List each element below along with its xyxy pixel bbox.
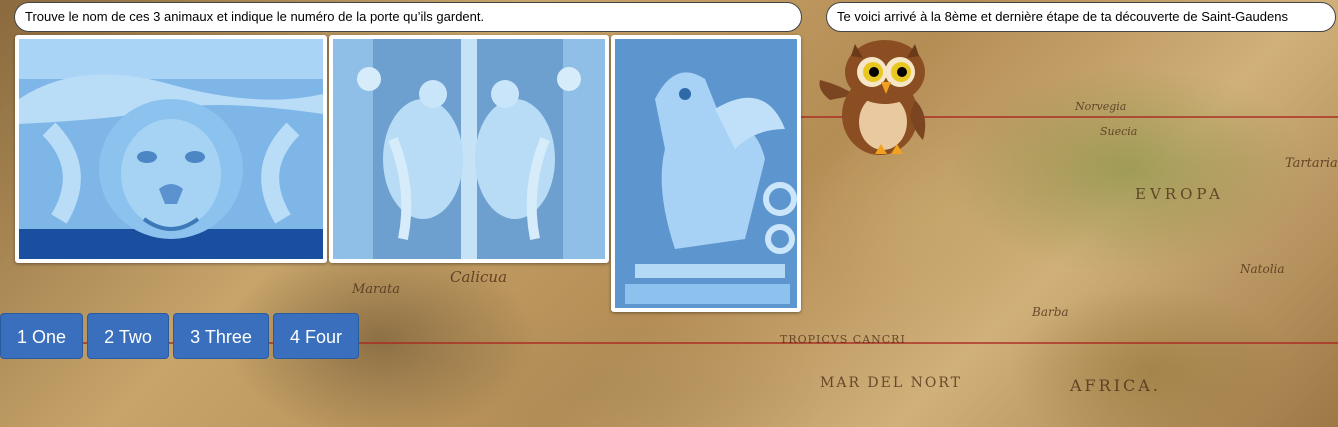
answer-button-4[interactable]: 4 Four: [273, 313, 359, 359]
map-label-tartaria: Tartaria: [1285, 156, 1338, 171]
griffin-icon: [615, 39, 797, 308]
map-label-tropicus: TROPICVS CANCRI: [780, 333, 906, 346]
map-label-europa: EVROPA: [1135, 185, 1224, 203]
photo-griffin: [611, 35, 801, 312]
map-label-mare: MAR DEL NORT: [820, 375, 962, 391]
instruction-bubble: Trouve le nom de ces 3 animaux et indiqu…: [14, 2, 802, 32]
answer-button-3[interactable]: 3 Three: [173, 313, 269, 359]
lion-head-icon: [19, 39, 323, 259]
map-label-calicua: Calicua: [450, 268, 508, 286]
owl-speech-bubble: Te voici arrivé à la 8ème et dernière ét…: [826, 2, 1336, 32]
map-label-africa: AFRICA.: [1070, 376, 1161, 395]
map-label-barba: Barba: [1032, 305, 1069, 319]
photo-eagles: [329, 35, 609, 263]
answer-button-2[interactable]: 2 Two: [87, 313, 169, 359]
eagles-icon: [333, 39, 605, 259]
photo-lion-head: [15, 35, 327, 263]
answer-button-1[interactable]: 1 One: [0, 313, 83, 359]
map-label-norvegia: Norvegia: [1075, 100, 1127, 113]
owl-mascot-icon: [819, 40, 926, 155]
map-label-natolia: Natolia: [1240, 262, 1285, 276]
map-label-marata: Marata: [352, 282, 401, 297]
map-label-suecia: Suecia: [1100, 125, 1138, 138]
